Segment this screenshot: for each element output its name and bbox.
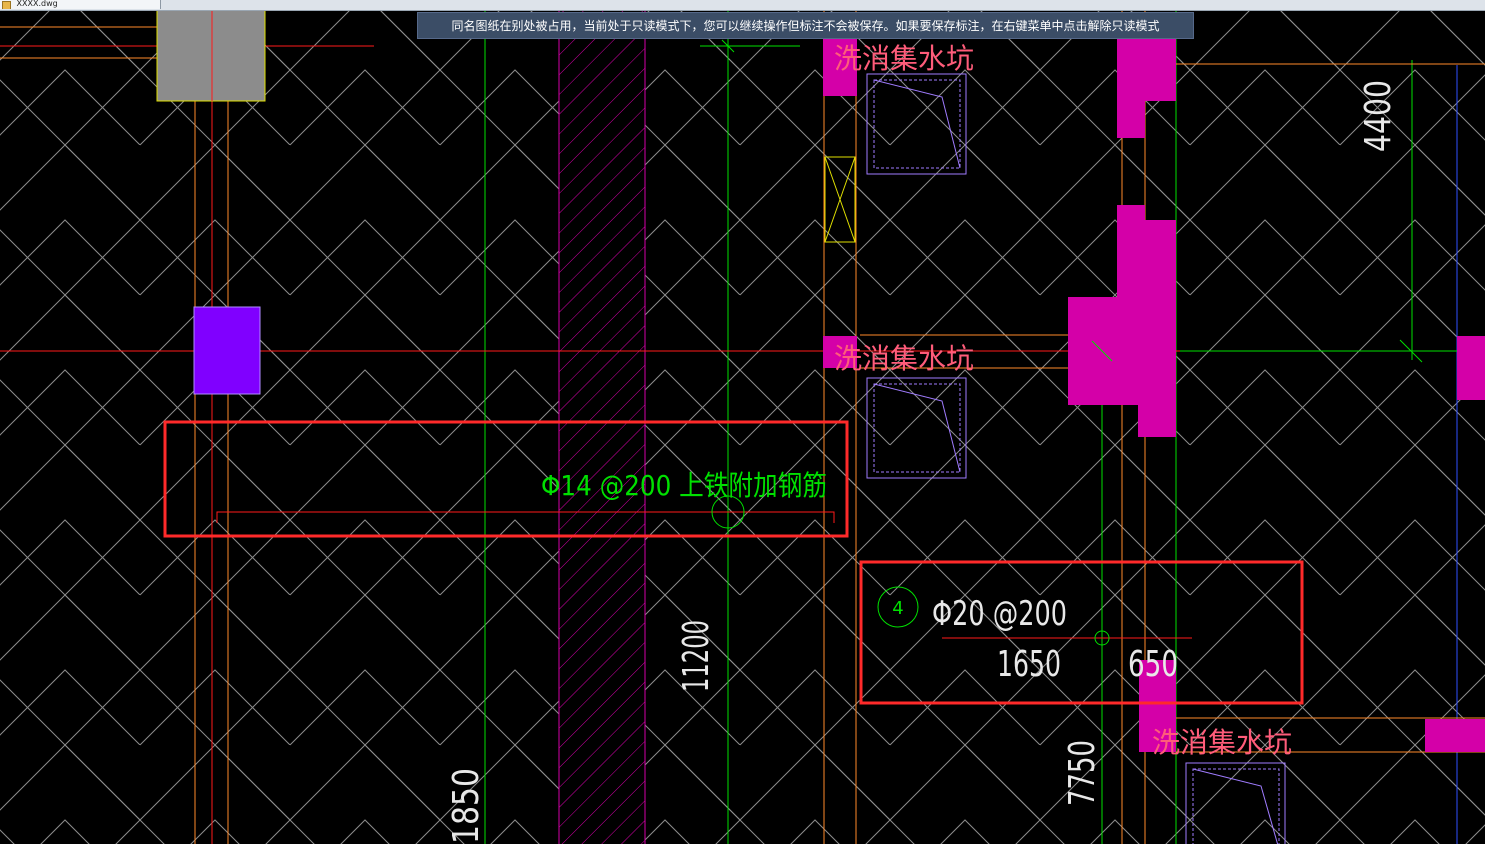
cad-drawing-canvas[interactable]: 洗消集水坑 洗消集水坑 洗消集水坑 Φ14 @200 上铁附加钢筋 4 Φ20 … (0, 0, 1485, 844)
dim-4400: 4400 (1358, 80, 1399, 152)
rebar-note-bottom: Φ20 @200 (932, 594, 1067, 634)
magenta-wall-right-edge[interactable] (1457, 336, 1485, 400)
dim-11200: 11200 (676, 620, 717, 692)
document-tab[interactable]: XXXX.dwg (0, 0, 161, 9)
dim-1850: 1850 (446, 768, 487, 844)
dim-7750: 7750 (1062, 740, 1103, 806)
dim-1650: 1650 (997, 644, 1061, 685)
dim-650: 650 (1128, 644, 1178, 685)
document-tab-strip: XXXX.dwg (0, 0, 1485, 11)
magenta-wall-bottom-right[interactable] (1425, 719, 1485, 752)
rebar-note-top: Φ14 @200 上铁附加钢筋 (541, 469, 827, 502)
wall-hatch-fill (559, 10, 645, 844)
pit-label-1: 洗消集水坑 (834, 42, 974, 75)
document-tab-label: XXXX.dwg (16, 0, 58, 8)
rebar-number-text: 4 (892, 598, 903, 619)
dwg-file-icon (2, 1, 11, 9)
violet-column[interactable] (193, 306, 261, 395)
pit-label-2: 洗消集水坑 (834, 342, 974, 375)
gray-column[interactable] (156, 9, 266, 102)
readonly-notice-banner: 同名图纸在别处被占用，当前处于只读模式下，您可以继续操作但标注不会被保存。如果要… (417, 12, 1194, 39)
pit-label-3: 洗消集水坑 (1152, 726, 1292, 759)
